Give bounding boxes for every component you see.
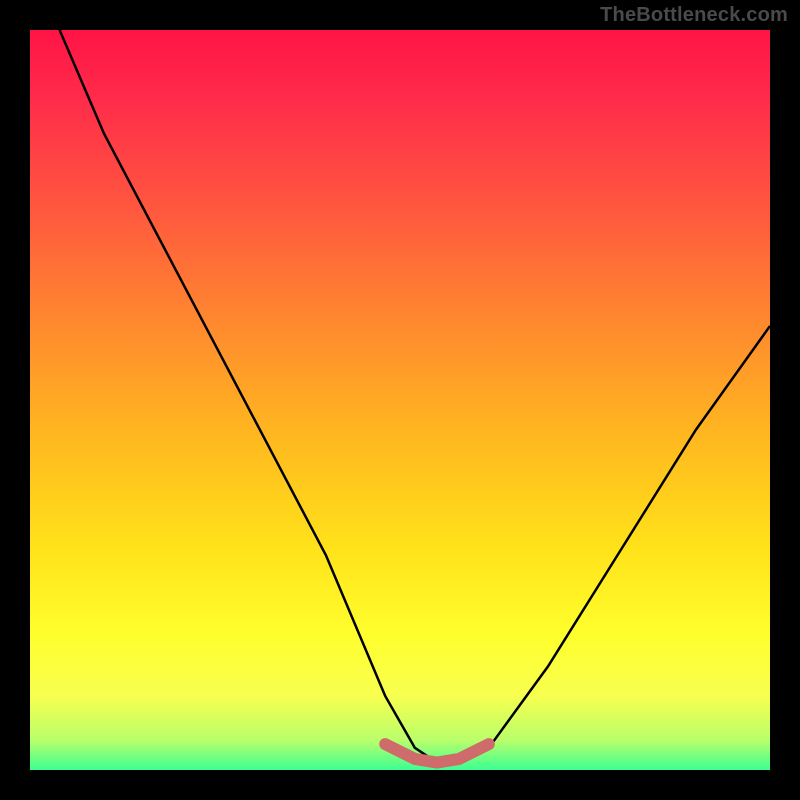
bottleneck-curve bbox=[60, 30, 770, 763]
highlight-band bbox=[385, 744, 489, 763]
chart-svg bbox=[30, 30, 770, 770]
watermark-text: TheBottleneck.com bbox=[600, 4, 788, 27]
plot-area bbox=[30, 30, 770, 770]
chart-frame: TheBottleneck.com bbox=[0, 0, 800, 800]
